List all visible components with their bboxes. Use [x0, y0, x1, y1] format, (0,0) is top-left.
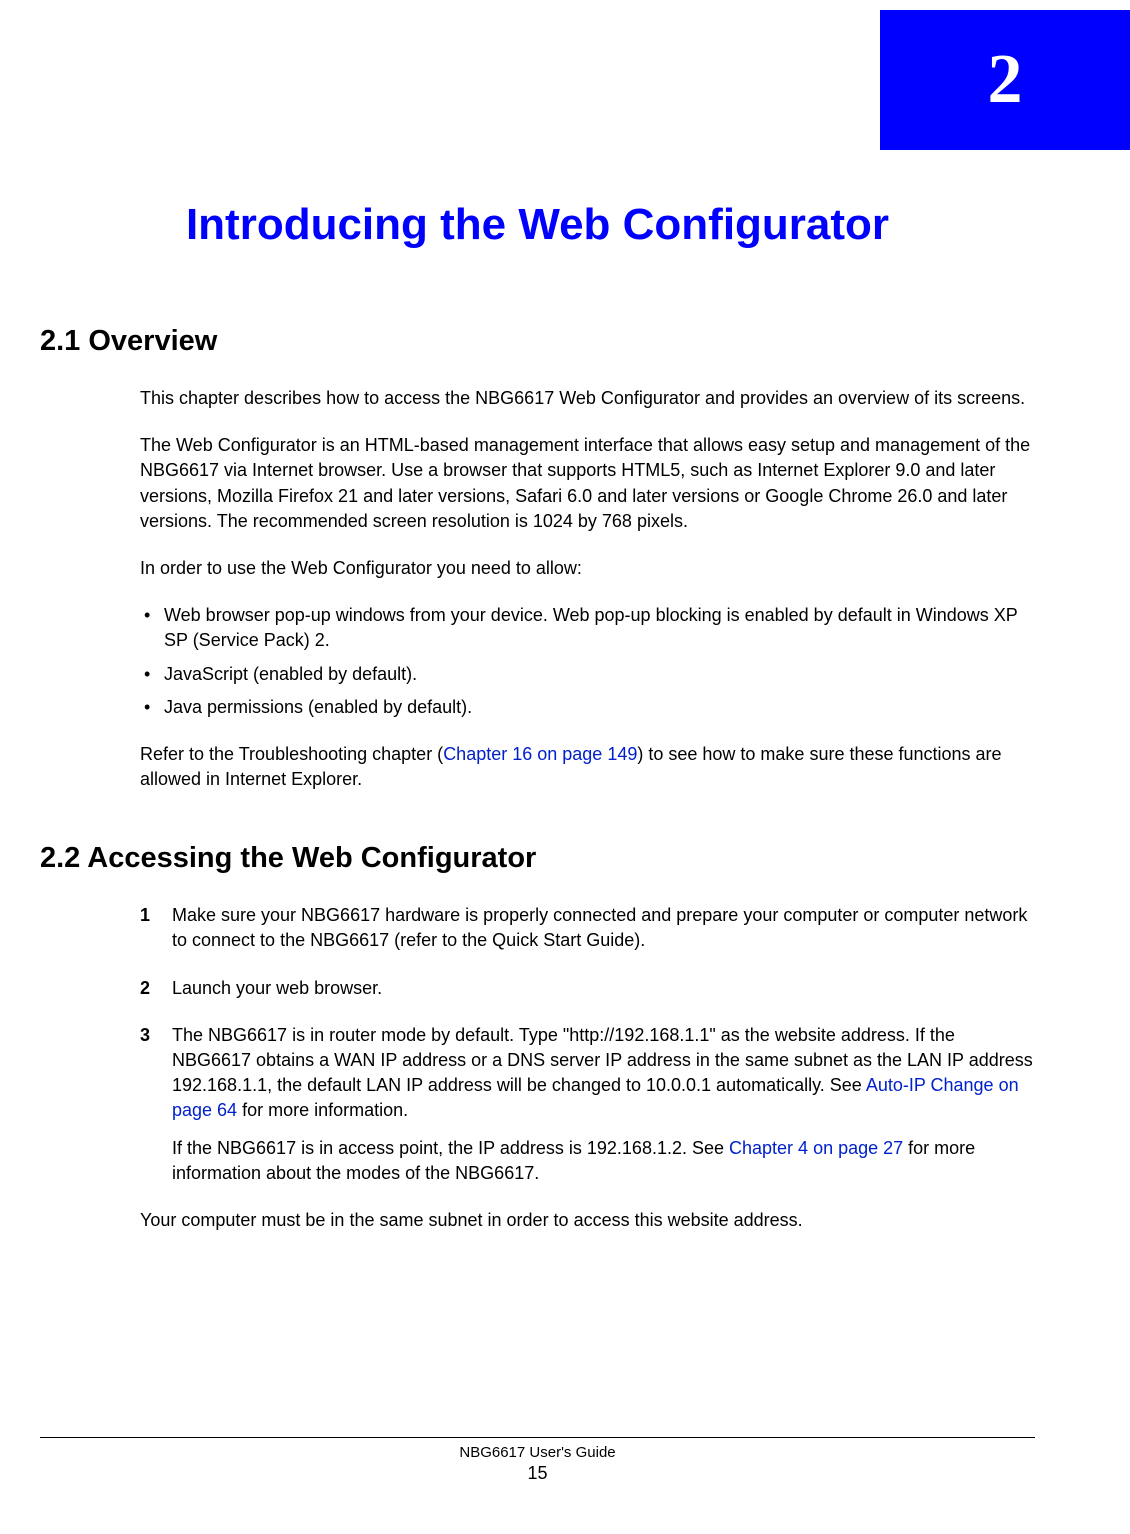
overview-paragraph-4: Refer to the Troubleshooting chapter (Ch…: [140, 742, 1035, 792]
chapter-title: Introducing the Web Configurator: [40, 200, 1035, 250]
step-number: 2: [140, 976, 150, 1001]
footer-title: NBG6617 User's Guide: [459, 1444, 615, 1461]
overview-paragraph-3: In order to use the Web Configurator you…: [140, 556, 1035, 581]
text: Refer to the Troubleshooting chapter (: [140, 744, 443, 764]
step-sub-text: If the NBG6617 is in access point, the I…: [172, 1136, 1035, 1186]
list-item: 2 Launch your web browser.: [140, 976, 1035, 1001]
step-text: Launch your web browser.: [172, 978, 382, 998]
page-footer: NBG6617 User's Guide 15: [40, 1437, 1035, 1484]
list-item: 3 The NBG6617 is in router mode by defau…: [140, 1023, 1035, 1186]
section-heading-accessing: 2.2 Accessing the Web Configurator: [40, 842, 1035, 875]
list-item: 1 Make sure your NBG6617 hardware is pro…: [140, 903, 1035, 953]
text: If the NBG6617 is in access point, the I…: [172, 1138, 729, 1158]
list-item: JavaScript (enabled by default).: [140, 662, 1035, 687]
chapter-number-box: 2: [880, 10, 1130, 150]
section-heading-overview: 2.1 Overview: [40, 325, 1035, 358]
list-item: Web browser pop-up windows from your dev…: [140, 603, 1035, 653]
step-text: for more information.: [237, 1100, 408, 1120]
requirements-list: Web browser pop-up windows from your dev…: [140, 603, 1035, 720]
list-item: Java permissions (enabled by default).: [140, 695, 1035, 720]
chapter-number: 2: [988, 40, 1023, 120]
link-chapter-4[interactable]: Chapter 4 on page 27: [729, 1138, 903, 1158]
step-text: Make sure your NBG6617 hardware is prope…: [172, 905, 1027, 950]
closing-paragraph: Your computer must be in the same subnet…: [140, 1208, 1035, 1233]
link-chapter-16[interactable]: Chapter 16 on page 149: [443, 744, 637, 764]
step-number: 1: [140, 903, 150, 928]
overview-paragraph-2: The Web Configurator is an HTML-based ma…: [140, 433, 1035, 534]
step-number: 3: [140, 1023, 150, 1048]
overview-paragraph-1: This chapter describes how to access the…: [140, 386, 1035, 411]
steps-list: 1 Make sure your NBG6617 hardware is pro…: [140, 903, 1035, 1186]
page-number: 15: [40, 1463, 1035, 1484]
page-content: Introducing the Web Configurator 2.1 Ove…: [0, 0, 1130, 1534]
